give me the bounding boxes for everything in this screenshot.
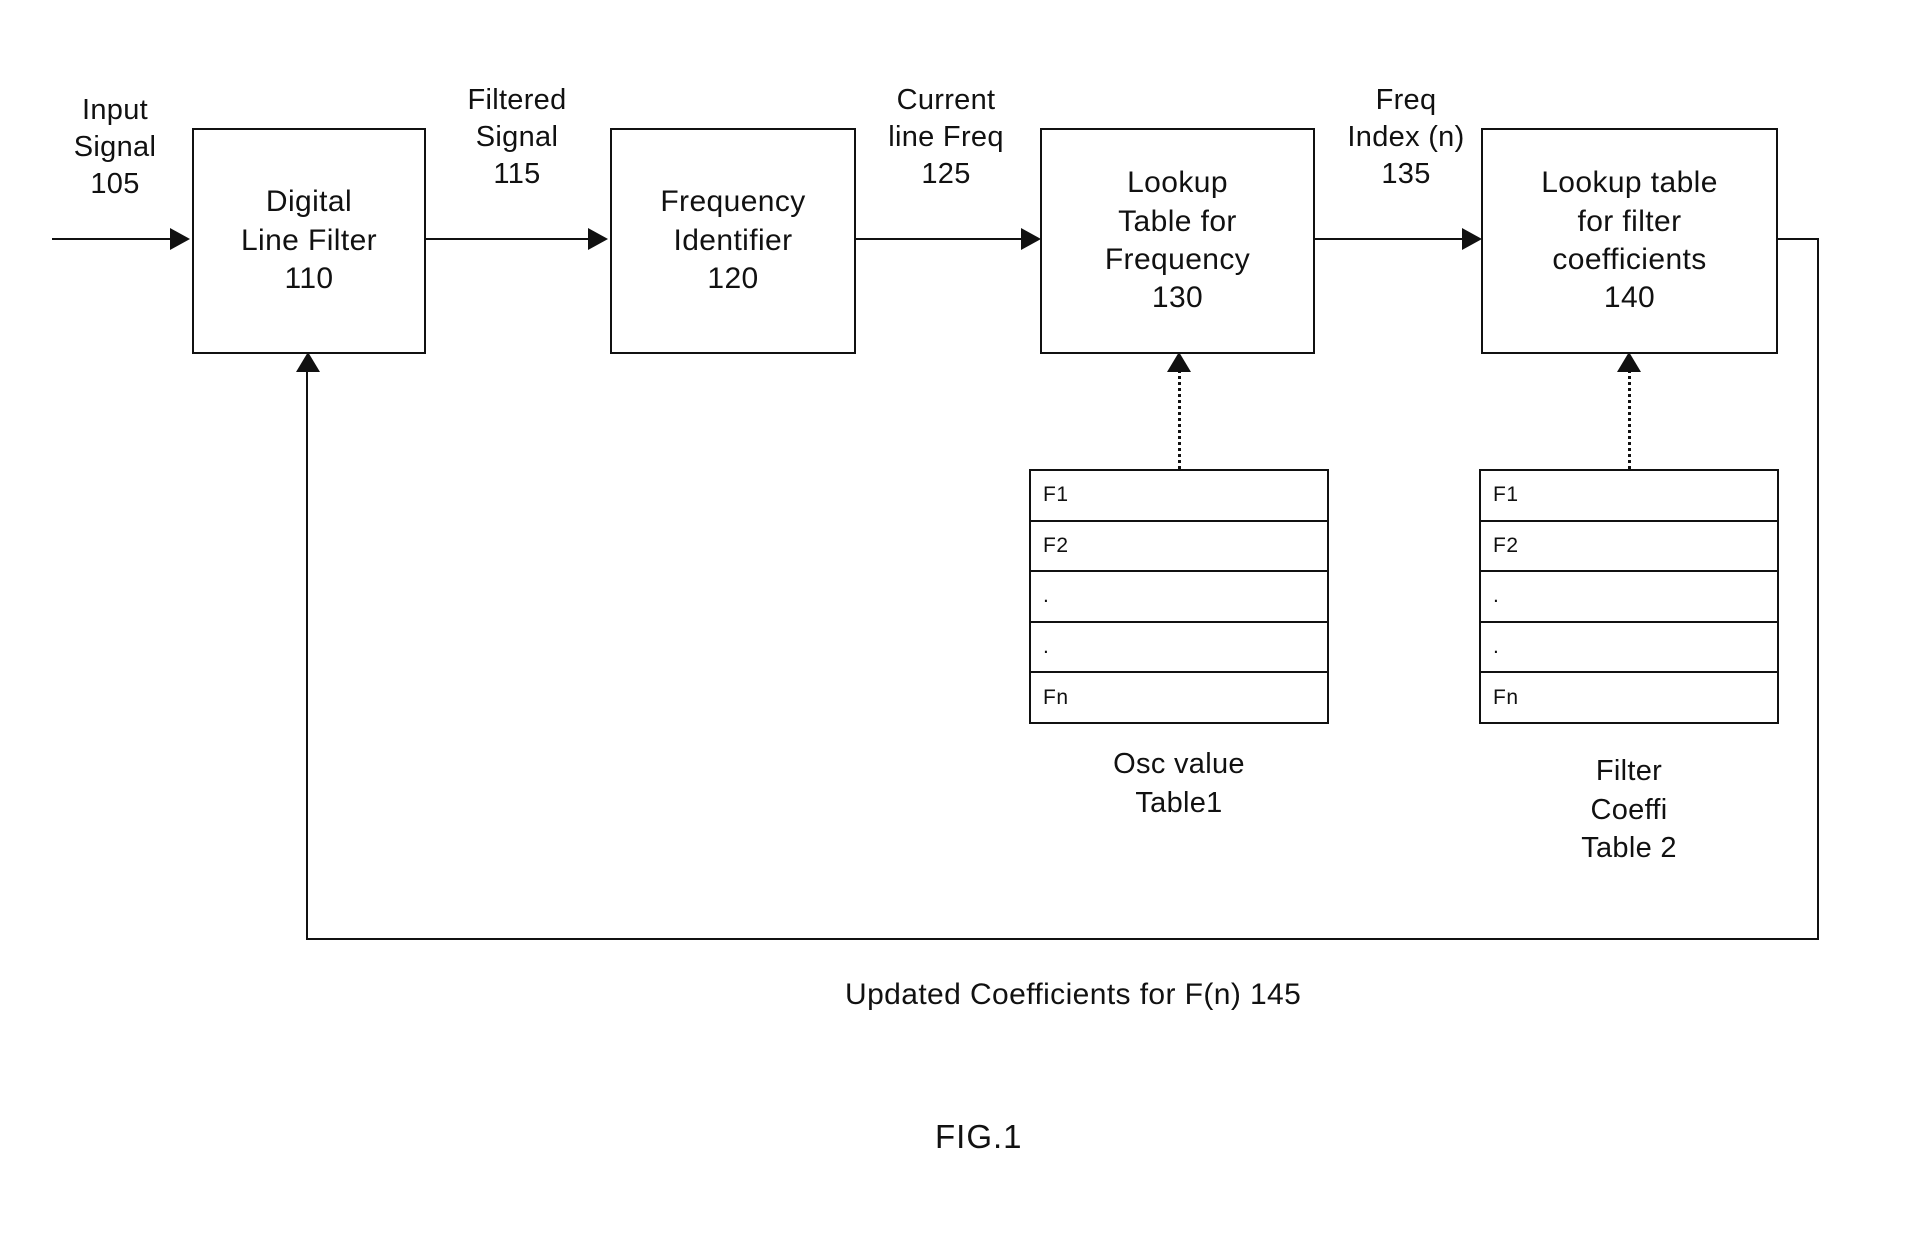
- connector-freq-index-arrowhead: [1462, 228, 1482, 250]
- table-row[interactable]: F2: [1031, 522, 1327, 573]
- connector-osc-table-to-lookup-frequency-arrowhead: [1167, 352, 1191, 372]
- table-row[interactable]: F1: [1481, 471, 1777, 522]
- connector-filter-coeff-table-to-lookup-filter-arrowhead: [1617, 352, 1641, 372]
- edge-label-freq-index-line1: Freq: [1375, 84, 1437, 116]
- feedback-segment-top-right: [1778, 238, 1819, 240]
- table-cell: F2: [1043, 533, 1069, 557]
- block-digital-line-filter-ref: 110: [284, 262, 334, 296]
- edge-label-input-signal-line2: Signal: [73, 130, 157, 163]
- feedback-loop-label: Updated Coefficients for F(n) 145: [845, 978, 1302, 1011]
- block-digital-line-filter-line2: Line Filter: [240, 223, 378, 257]
- table-row[interactable]: Fn: [1031, 673, 1327, 722]
- block-lookup-table-frequency-line2: Table for: [1118, 204, 1237, 238]
- block-lookup-table-filter-coefficients-ref: 140: [1603, 281, 1656, 315]
- edge-label-filtered-signal-line2: Signal: [475, 120, 559, 153]
- connector-filter-coeff-table-to-lookup-filter-line: [1628, 365, 1631, 475]
- table-row[interactable]: .: [1481, 572, 1777, 623]
- table-caption-osc-value: Osc value Table1: [1029, 745, 1329, 822]
- edge-label-filtered-signal-line1: Filtered: [467, 84, 567, 116]
- table-cell: F2: [1493, 533, 1519, 557]
- edge-label-freq-index-line2: Index (n): [1347, 120, 1465, 153]
- figure-canvas: Input Signal 105 Digital Line Filter 110…: [0, 0, 1919, 1234]
- edge-label-input-signal: Input Signal 105: [40, 92, 190, 202]
- connector-filtered-signal-arrowhead: [588, 228, 608, 250]
- edge-label-freq-index-ref: 135: [1381, 157, 1431, 190]
- edge-label-freq-index: Freq Index (n) 135: [1316, 82, 1496, 192]
- connector-current-line-freq-line: [856, 238, 1024, 240]
- block-digital-line-filter[interactable]: Digital Line Filter 110: [192, 128, 426, 354]
- edge-label-current-line-freq: Current line Freq 125: [856, 82, 1036, 192]
- connector-input-signal-arrowhead: [170, 228, 190, 250]
- block-frequency-identifier-ref: 120: [707, 262, 759, 296]
- block-digital-line-filter-line1: Digital: [265, 185, 353, 219]
- edge-label-current-line-freq-ref: 125: [921, 157, 971, 190]
- feedback-segment-right-vertical: [1817, 238, 1819, 940]
- connector-freq-index-line: [1315, 238, 1465, 240]
- table-row[interactable]: Fn: [1481, 673, 1777, 722]
- connector-filtered-signal-line: [426, 238, 590, 240]
- edge-label-input-signal-line1: Input: [82, 94, 148, 126]
- table-cell: .: [1493, 635, 1500, 659]
- edge-label-current-line-freq-line2: line Freq: [888, 120, 1004, 153]
- feedback-segment-left-vertical: [306, 370, 308, 940]
- table-cell: Fn: [1493, 685, 1519, 709]
- table-cell: Fn: [1043, 685, 1069, 709]
- block-lookup-table-filter-coefficients-line1: Lookup table: [1541, 166, 1718, 200]
- feedback-segment-bottom-horizontal: [306, 938, 1819, 940]
- table-caption-osc-value-line2: Table1: [1135, 786, 1223, 819]
- table-row[interactable]: .: [1031, 572, 1327, 623]
- block-lookup-table-frequency-line3: Frequency: [1104, 243, 1251, 276]
- table-row[interactable]: F2: [1481, 522, 1777, 573]
- table-cell: .: [1043, 584, 1050, 608]
- edge-label-current-line-freq-line1: Current: [896, 84, 996, 116]
- block-frequency-identifier-line1: Frequency: [660, 185, 806, 219]
- table-cell: .: [1043, 635, 1050, 659]
- table-cell: F1: [1043, 483, 1069, 507]
- block-lookup-table-frequency[interactable]: Lookup Table for Frequency 130: [1040, 128, 1315, 354]
- block-lookup-table-filter-coefficients-line2: for filter: [1577, 204, 1682, 238]
- block-lookup-table-frequency-ref: 130: [1151, 281, 1204, 315]
- connector-current-line-freq-arrowhead: [1021, 228, 1041, 250]
- table-row[interactable]: F1: [1031, 471, 1327, 522]
- table-osc-value[interactable]: F1 F2 . . Fn: [1029, 469, 1329, 724]
- connector-osc-table-to-lookup-frequency-line: [1178, 365, 1181, 475]
- figure-caption: FIG.1: [935, 1118, 1023, 1155]
- table-caption-osc-value-line1: Osc value: [1113, 748, 1245, 780]
- table-filter-coeff[interactable]: F1 F2 . . Fn: [1479, 469, 1779, 724]
- block-lookup-table-filter-coefficients-line3: coefficients: [1552, 243, 1707, 276]
- table-caption-filter-coeff-line1: Filter: [1595, 755, 1663, 787]
- table-cell: F1: [1493, 483, 1519, 507]
- block-frequency-identifier-line2: Identifier: [673, 223, 793, 257]
- edge-label-filtered-signal-ref: 115: [493, 157, 541, 190]
- table-cell: .: [1493, 584, 1500, 608]
- table-row[interactable]: .: [1481, 623, 1777, 674]
- table-row[interactable]: .: [1031, 623, 1327, 674]
- feedback-arrowhead-into-digital-line-filter: [296, 352, 320, 372]
- table-caption-filter-coeff-line3: Table 2: [1581, 832, 1677, 865]
- connector-input-signal-line: [52, 238, 174, 240]
- block-frequency-identifier[interactable]: Frequency Identifier 120: [610, 128, 856, 354]
- table-caption-filter-coeff-line2: Coeffi: [1590, 793, 1668, 826]
- table-caption-filter-coeff: Filter Coeffi Table 2: [1479, 752, 1779, 868]
- block-lookup-table-frequency-line1: Lookup: [1127, 166, 1228, 200]
- block-lookup-table-filter-coefficients[interactable]: Lookup table for filter coefficients 140: [1481, 128, 1778, 354]
- edge-label-filtered-signal: Filtered Signal 115: [432, 82, 602, 192]
- edge-label-input-signal-ref: 105: [90, 167, 140, 200]
